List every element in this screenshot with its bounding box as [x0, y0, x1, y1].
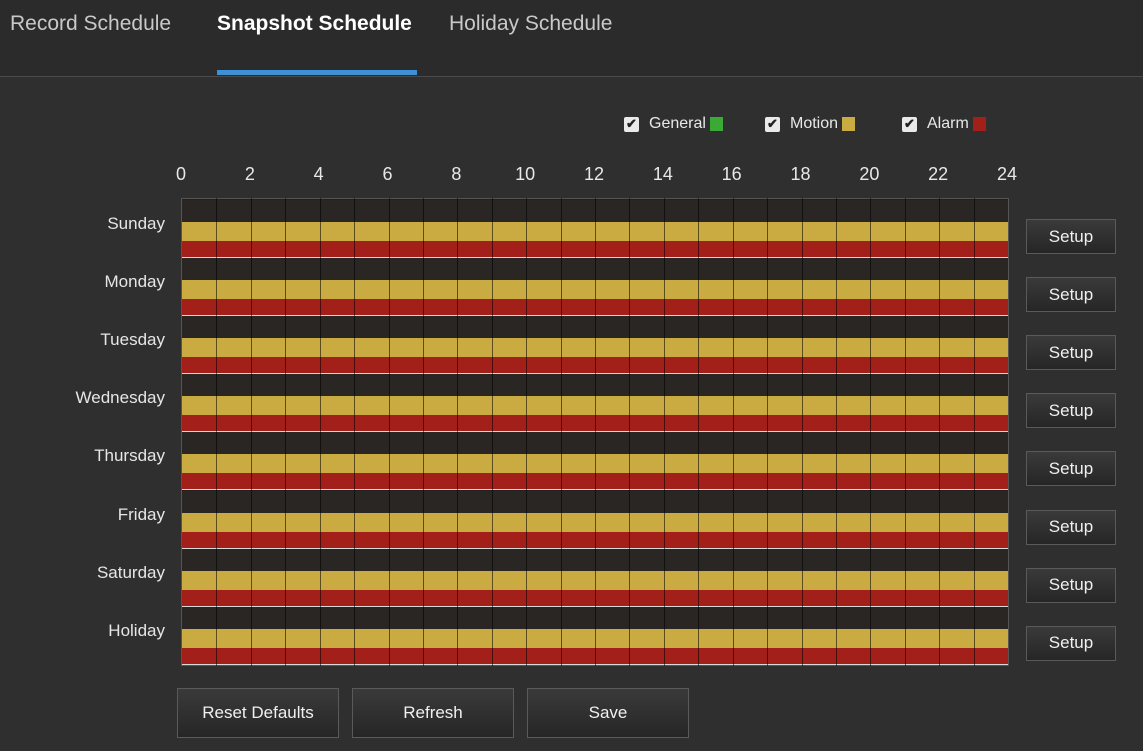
axis-tick-label: 24 — [996, 164, 1018, 184]
hour-gridline — [698, 198, 700, 666]
legend-alarm-label: Alarm — [927, 115, 969, 132]
axis-tick-label: 6 — [382, 164, 393, 184]
general-checkbox[interactable]: ✔ — [624, 116, 639, 132]
axis-tick-label: 18 — [790, 164, 811, 184]
legend-motion: ✔ Motion — [765, 113, 856, 135]
hour-gridline — [801, 198, 803, 666]
setup-button[interactable]: Setup — [1026, 567, 1116, 603]
hour-gridline — [629, 198, 631, 666]
tab-snapshot-schedule[interactable]: Snapshot Schedule — [217, 12, 412, 36]
general-color-swatch — [709, 117, 723, 131]
hour-gridline — [835, 198, 837, 666]
hour-gridline — [388, 198, 390, 666]
motion-color-swatch — [842, 117, 856, 131]
hour-gridline — [973, 198, 975, 666]
legend-motion-label: Motion — [790, 115, 839, 132]
axis-tick-label: 20 — [859, 164, 880, 184]
day-label: Friday — [117, 504, 165, 524]
hour-gridline — [870, 198, 872, 666]
hour-gridline — [526, 198, 528, 666]
day-label: Monday — [104, 272, 165, 292]
axis-tick-label: 4 — [313, 164, 324, 184]
axis-tick-label: 0 — [175, 164, 187, 184]
axis-tick-label: 16 — [721, 164, 742, 184]
reset-defaults-button[interactable]: Reset Defaults — [177, 688, 339, 738]
hour-gridline — [904, 198, 906, 666]
axis-tick-label: 12 — [583, 164, 605, 184]
axis-tick-label: 10 — [515, 164, 536, 184]
tab-record-schedule[interactable]: Record Schedule — [10, 12, 171, 36]
axis-tick-label: 14 — [652, 164, 673, 184]
hour-gridline — [491, 198, 493, 666]
setup-button[interactable]: Setup — [1026, 277, 1116, 313]
hour-gridline — [457, 198, 459, 666]
motion-checkbox[interactable]: ✔ — [765, 116, 780, 132]
hour-gridline — [216, 198, 218, 666]
hour-gridline — [250, 198, 252, 666]
setup-button[interactable]: Setup — [1026, 393, 1116, 429]
day-label: Tuesday — [100, 330, 165, 350]
alarm-checkbox[interactable]: ✔ — [902, 116, 917, 132]
hour-gridline — [354, 198, 356, 666]
hour-gridline — [285, 198, 287, 666]
hour-gridline — [422, 198, 424, 666]
alarm-color-swatch — [972, 117, 986, 131]
axis-tick-label: 2 — [244, 164, 255, 184]
day-label: Wednesday — [75, 388, 165, 408]
setup-button[interactable]: Setup — [1026, 219, 1116, 254]
setup-button[interactable]: Setup — [1026, 335, 1116, 371]
hour-gridline — [939, 198, 941, 666]
snapshot-schedule-page: Record Schedule Snapshot Schedule Holida… — [0, 0, 1143, 751]
hour-gridline — [319, 198, 321, 666]
active-tab-indicator — [217, 70, 417, 75]
refresh-button[interactable]: Refresh — [352, 688, 514, 738]
setup-button[interactable]: Setup — [1026, 451, 1116, 487]
hour-gridline — [663, 198, 665, 666]
day-label: Saturday — [96, 562, 165, 582]
hour-gridline — [767, 198, 769, 666]
axis-tick-label: 8 — [451, 164, 462, 184]
save-button[interactable]: Save — [527, 688, 689, 738]
setup-button[interactable]: Setup — [1026, 625, 1116, 661]
legend-alarm: ✔ Alarm — [902, 113, 986, 135]
legend-general-label: General — [649, 115, 706, 132]
axis-tick-label: 22 — [928, 164, 949, 184]
hour-gridline — [560, 198, 562, 666]
hour-gridline — [732, 198, 734, 666]
setup-button[interactable]: Setup — [1026, 509, 1116, 545]
hour-gridline — [595, 198, 596, 666]
tab-holiday-schedule[interactable]: Holiday Schedule — [449, 12, 612, 36]
legend-general: ✔ General — [624, 113, 723, 135]
day-label: Holiday — [108, 620, 165, 640]
day-label: Sunday — [107, 214, 165, 233]
schedule-tabs: Record Schedule Snapshot Schedule Holida… — [0, 0, 1143, 77]
day-label: Thursday — [94, 446, 165, 466]
